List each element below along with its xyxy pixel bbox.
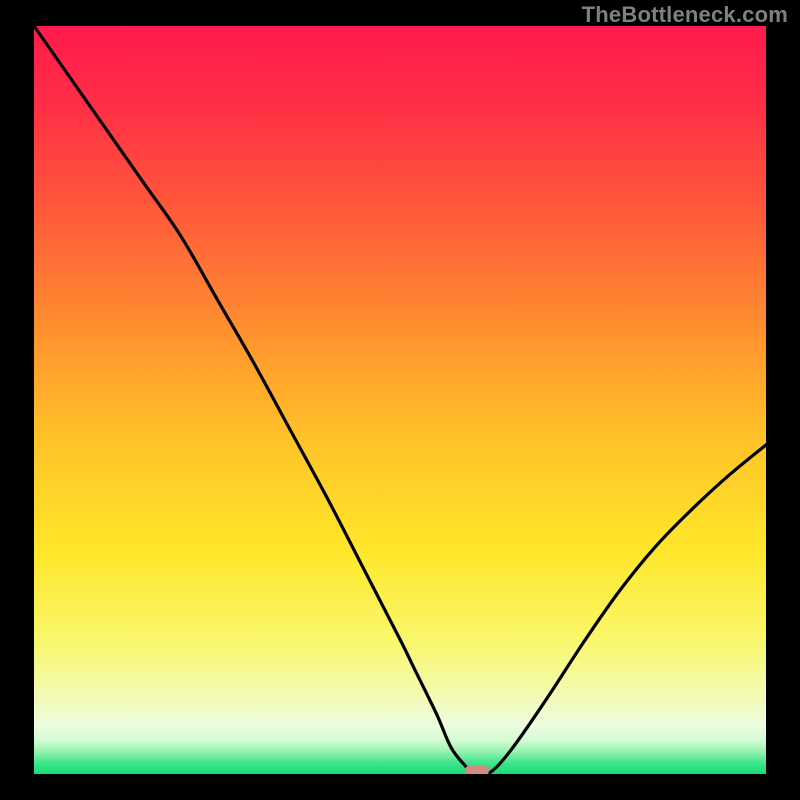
gradient-background [34,26,766,774]
chart-frame: TheBottleneck.com [0,0,800,800]
plot-area [34,26,766,774]
minimum-marker [465,765,489,774]
watermark-label: TheBottleneck.com [582,2,788,28]
bottleneck-chart [34,26,766,774]
